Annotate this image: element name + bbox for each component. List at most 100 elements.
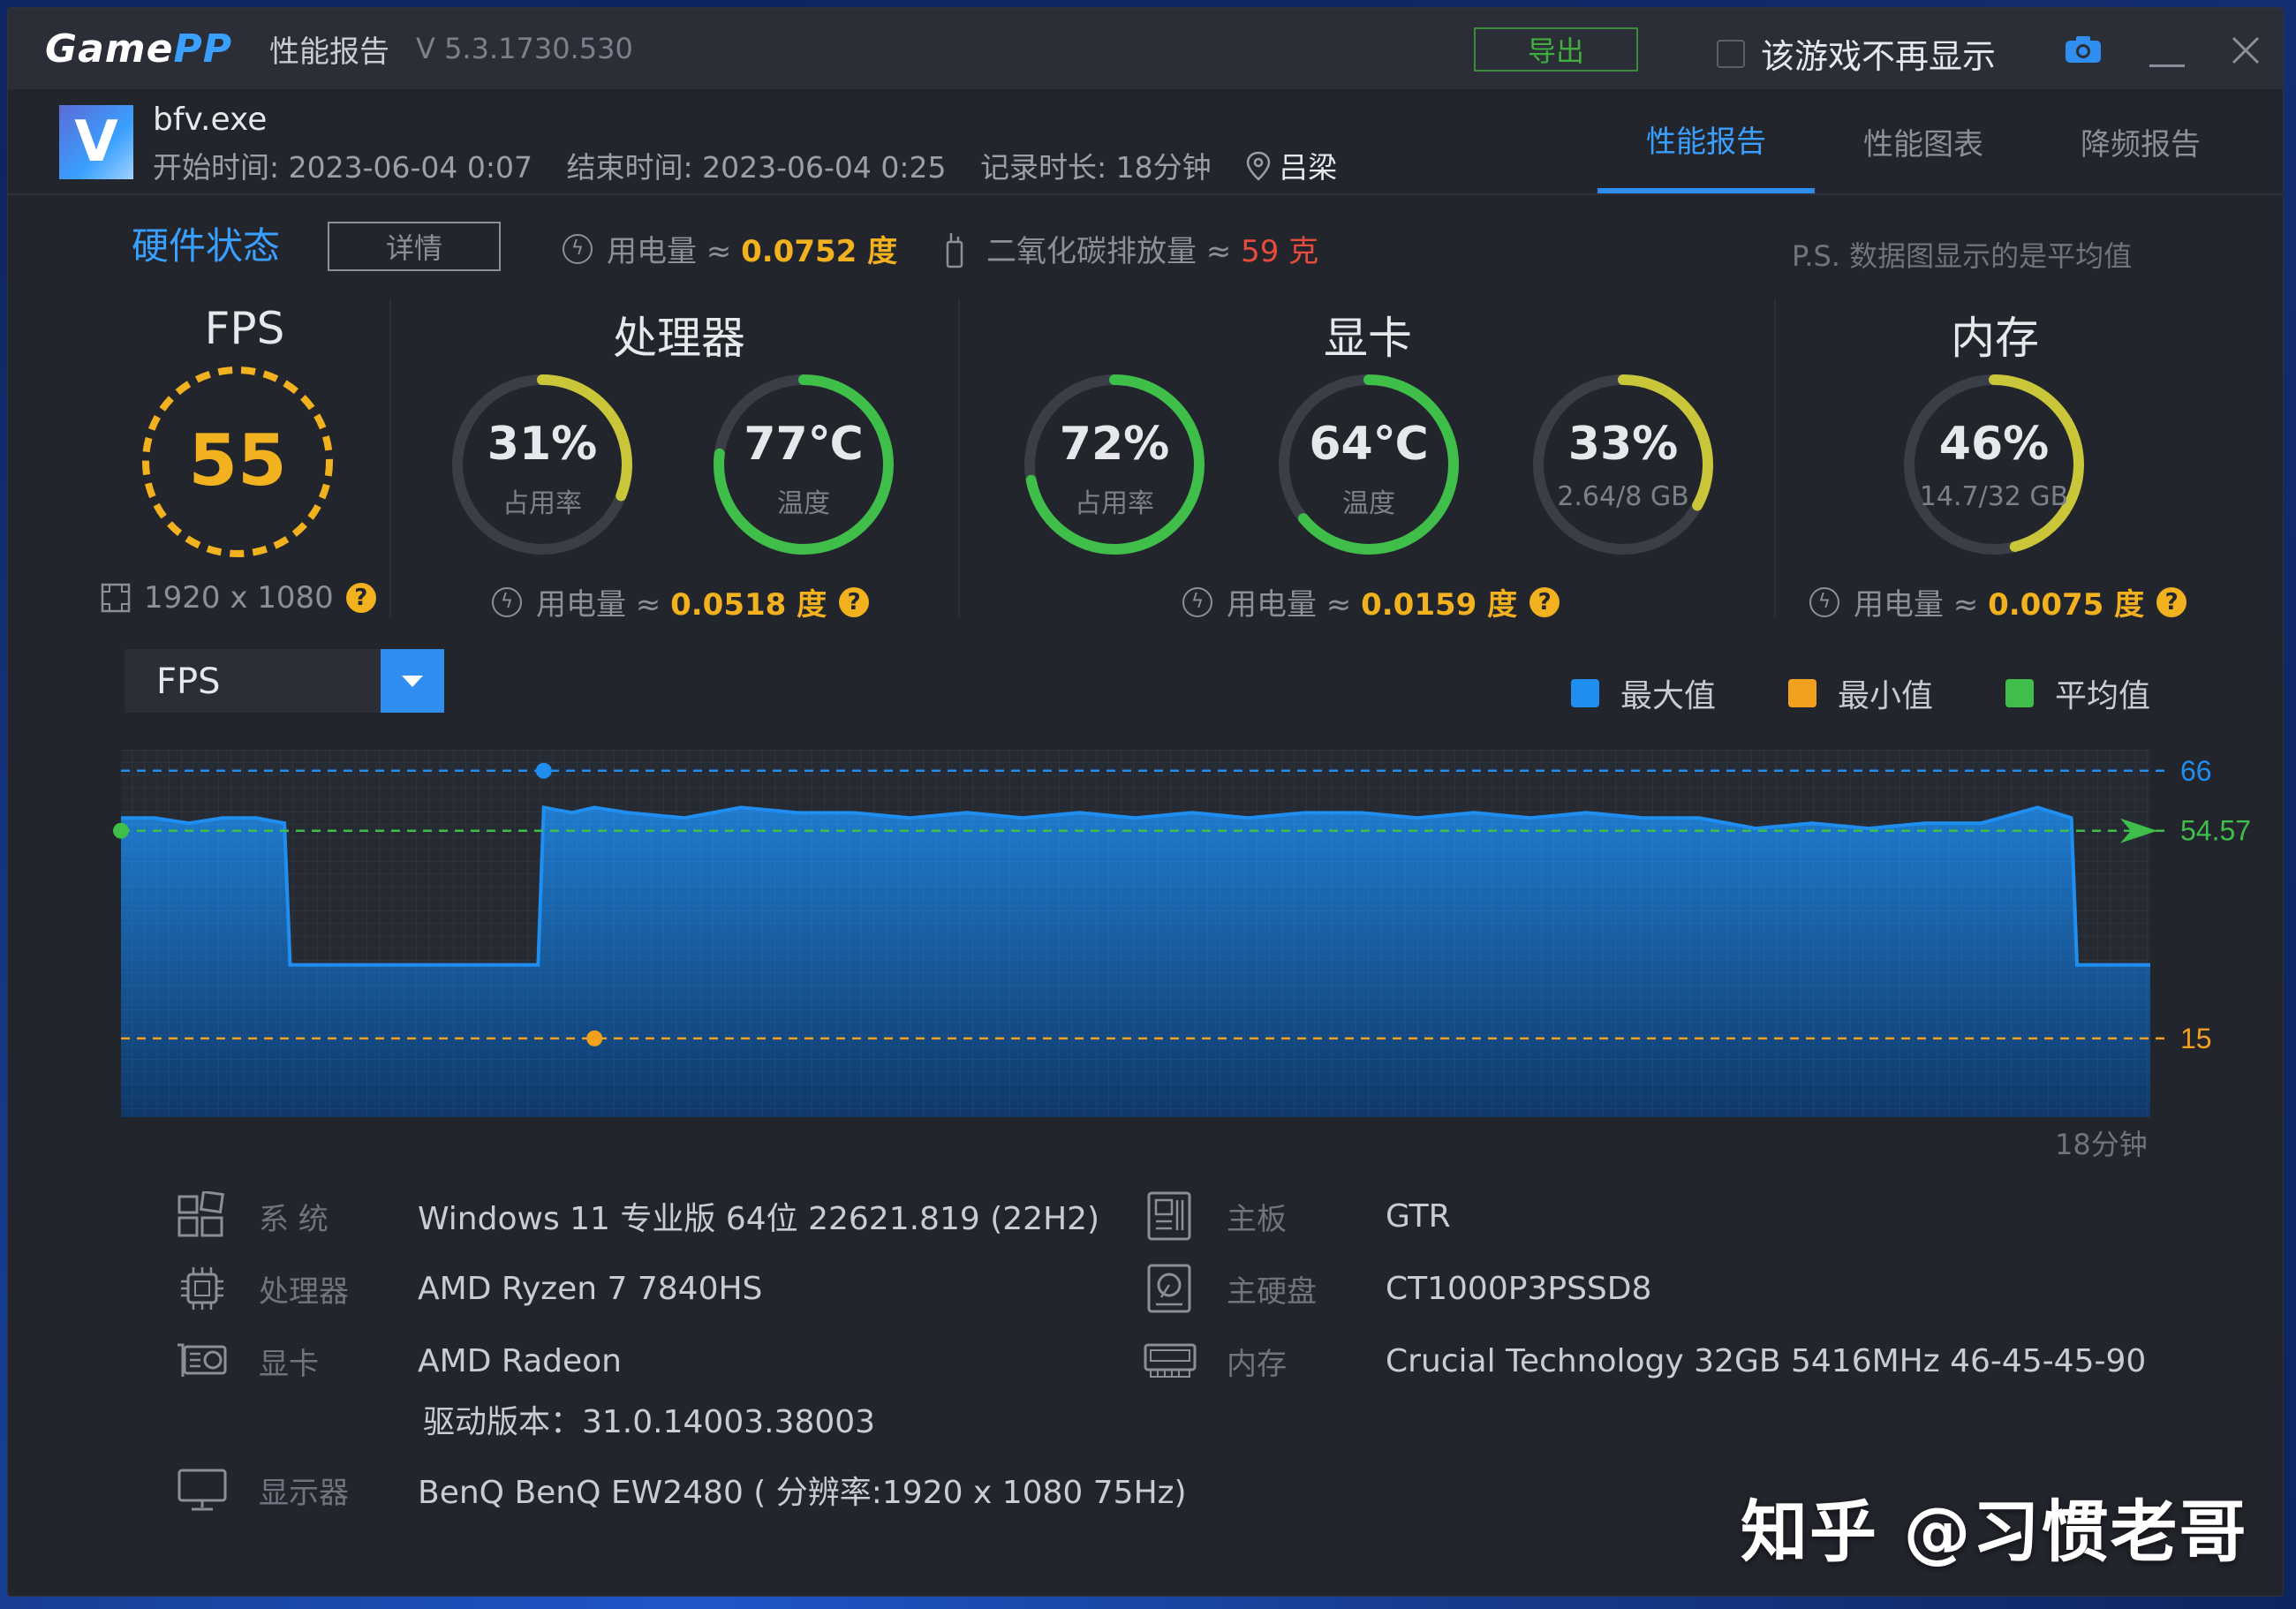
resolution-icon — [101, 583, 131, 613]
power-icon: ϟ — [1182, 586, 1212, 617]
cpu-title: 处理器 — [613, 313, 745, 364]
legend-min-swatch — [1788, 679, 1816, 707]
cpu-power-value: 0.0518 度 — [670, 587, 827, 623]
legend-min: 最小值 — [1788, 670, 1933, 716]
total-power: ϟ 用电量 ≈ 0.0752 度 — [563, 227, 897, 270]
disk-info-row: 主硬盘 CT1000P3PSSD8 — [1144, 1264, 1651, 1313]
total-power-value: 0.0752 度 — [741, 234, 898, 269]
start-time: 开始时间: 2023-06-04 0:07 — [153, 150, 532, 185]
gpu-icon — [177, 1343, 227, 1377]
divider — [958, 299, 960, 617]
help-icon[interactable]: ? — [2156, 586, 2187, 617]
gpu-driver-row: 驱动版本：31.0.14003.38003 — [423, 1396, 875, 1442]
ram-usage-gauge: 46% 14.7/32 GB — [1901, 372, 2087, 557]
exe-name: bfv.exe — [153, 102, 268, 138]
fps-chart[interactable]: 66 54.57 15 — [8, 750, 2283, 1121]
max-value-label: 66 — [2180, 755, 2212, 787]
co2-icon — [946, 232, 963, 268]
resolution-value: 1920 x 1080 — [144, 580, 334, 616]
no-show-toggle[interactable]: 该游戏不再显示 — [1717, 29, 1996, 78]
tab-performance-chart[interactable]: 性能图表 — [1815, 89, 2032, 193]
system-icon — [177, 1191, 224, 1237]
co2-value: 59 克 — [1241, 234, 1319, 269]
logo-text-game: Game — [45, 26, 174, 72]
logo-text-pp: PP — [173, 26, 232, 72]
help-icon[interactable]: ? — [1529, 586, 1560, 617]
min-value-label: 15 — [2180, 1023, 2212, 1054]
legend-avg: 平均值 — [2005, 670, 2150, 716]
legend-max-swatch — [1571, 679, 1599, 707]
ram-power-value: 0.0075 度 — [1988, 587, 2145, 623]
disk-info-label: 主硬盘 — [1227, 1273, 1317, 1310]
zhihu-watermark: 知乎 @习惯老哥 — [1741, 1492, 2248, 1571]
gpu-memory-label: 2.64/8 GB — [1557, 481, 1689, 512]
gpu-memory-value: 33% — [1567, 418, 1679, 471]
cpu-usage-gauge: 31% 占用率 — [449, 372, 635, 557]
metric-select[interactable]: FPS — [125, 649, 444, 713]
game-app-icon: V — [59, 105, 133, 179]
help-icon[interactable]: ? — [345, 583, 376, 613]
ram-info-row: 内存 Crucial Technology 32GB 5416MHz 46-45… — [1144, 1336, 2146, 1386]
minimize-icon[interactable] — [2149, 64, 2185, 67]
cpu-temp-gauge: 77℃ 温度 — [711, 372, 896, 557]
report-tabs: 性能报告 性能图表 降频报告 — [1597, 89, 2249, 193]
gamepp-logo: GamePP — [45, 26, 232, 72]
cpu-power-label: 用电量 ≈ — [536, 587, 661, 623]
gpu-power-value: 0.0159 度 — [1361, 587, 1518, 623]
chevron-down-icon[interactable] — [381, 649, 444, 713]
no-show-checkbox[interactable] — [1717, 39, 1745, 68]
no-show-label: 该游戏不再显示 — [1761, 37, 1997, 76]
power-icon: ϟ — [563, 233, 593, 264]
ram-info-label: 内存 — [1227, 1346, 1287, 1382]
fps-resolution: 1920 x 1080 ? — [100, 580, 376, 616]
gpu-info-label: 显卡 — [259, 1346, 319, 1382]
tab-throttle-report[interactable]: 降频报告 — [2032, 89, 2249, 193]
disk-icon — [1147, 1264, 1191, 1313]
cpu-info-label: 处理器 — [259, 1273, 349, 1310]
hardware-status-row: 硬件状态 详情 ϟ 用电量 ≈ 0.0752 度 二氧化碳排放量 ≈ 59 克 … — [8, 204, 2283, 275]
cpu-info-row: 处理器 AMD Ryzen 7 7840HS — [176, 1264, 762, 1313]
ram-icon — [1144, 1343, 1197, 1378]
help-icon[interactable]: ? — [839, 586, 870, 617]
total-power-label: 用电量 ≈ — [607, 234, 732, 269]
gpu-info-row: 显卡 AMD Radeon — [176, 1336, 622, 1386]
fps-value: 55 — [188, 419, 287, 502]
export-button[interactable]: 导出 — [1474, 27, 1638, 72]
gpu-title: 显卡 — [1324, 313, 1412, 364]
co2-emission: 二氧化碳排放量 ≈ 59 克 — [942, 227, 1318, 270]
cpu-temp-label: 温度 — [777, 488, 830, 519]
gpu-memory-gauge: 33% 2.64/8 GB — [1530, 372, 1716, 557]
monitor-info-value: BenQ BenQ EW2480 ( 分辨率:1920 x 1080 75Hz) — [418, 1475, 1187, 1511]
x-axis-end-label: 18分钟 — [2055, 1128, 2148, 1161]
cpu-icon — [181, 1267, 223, 1310]
ram-title: 内存 — [1951, 313, 2039, 364]
session-times: 开始时间: 2023-06-04 0:07 结束时间: 2023-06-04 0… — [153, 144, 1362, 186]
camera-icon[interactable] — [2064, 34, 2103, 64]
cpu-usage-value: 31% — [487, 418, 598, 471]
legend-avg-label: 平均值 — [2055, 678, 2151, 714]
ps-note: P.S. 数据图显示的是平均值 — [1792, 239, 2133, 273]
disk-info-value: CT1000P3PSSD8 — [1386, 1270, 1652, 1307]
cpu-usage-label: 占用率 — [502, 488, 582, 519]
min-marker — [586, 1030, 603, 1046]
close-icon[interactable] — [2228, 33, 2263, 68]
avg-marker — [113, 822, 129, 839]
ram-usage-value: 46% — [1938, 418, 2050, 471]
motherboard-icon — [1147, 1191, 1191, 1241]
gpu-usage-gauge: 72% 占用率 — [1022, 372, 1207, 557]
monitor-info-row: 显示器 BenQ BenQ EW2480 ( 分辨率:1920 x 1080 7… — [176, 1465, 1187, 1515]
legend-max-label: 最大值 — [1620, 678, 1717, 714]
detail-button[interactable]: 详情 — [328, 222, 501, 271]
cpu-temp-value: 77℃ — [744, 418, 864, 471]
max-marker — [535, 762, 552, 779]
monitor-icon — [177, 1469, 227, 1511]
legend-max: 最大值 — [1571, 670, 1716, 716]
system-label: 系 统 — [259, 1201, 329, 1237]
motherboard-info-label: 主板 — [1227, 1201, 1287, 1237]
system-row: 系 统 Windows 11 专业版 64位 22621.819 (22H2) — [176, 1191, 1099, 1241]
gpu-usage-label: 占用率 — [1075, 488, 1154, 519]
cpu-power: ϟ 用电量 ≈ 0.0518 度 ? — [492, 580, 870, 623]
tab-performance-report[interactable]: 性能报告 — [1597, 89, 1815, 193]
gpu-power-label: 用电量 ≈ — [1227, 587, 1352, 623]
monitor-info-label: 显示器 — [259, 1475, 349, 1511]
